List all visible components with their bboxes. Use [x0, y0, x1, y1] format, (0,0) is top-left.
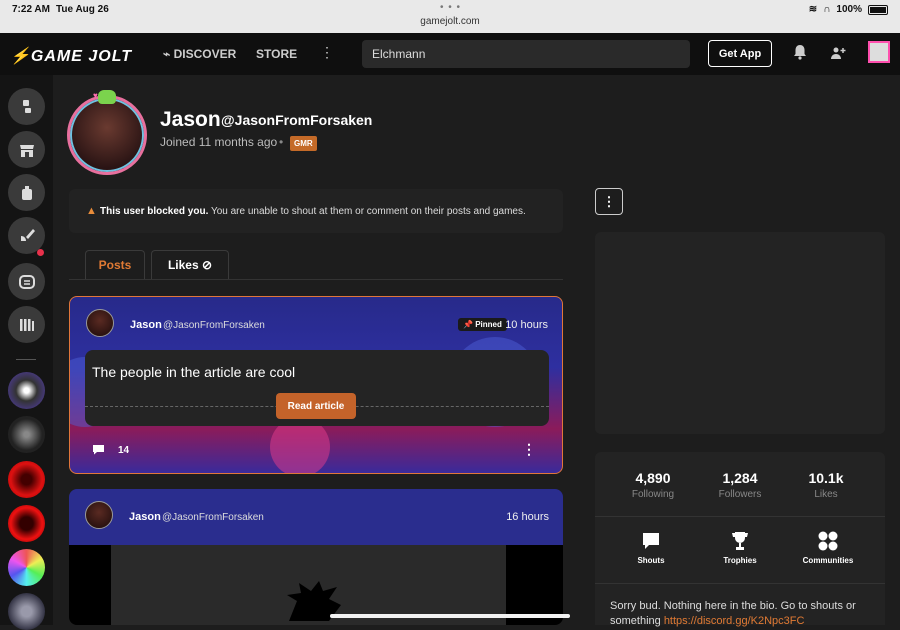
sidebar-backpack[interactable]: [8, 174, 45, 211]
stat-following[interactable]: 4,890 Following: [613, 470, 693, 500]
stats-divider: [595, 516, 885, 517]
separator-dot: •: [279, 135, 284, 149]
comment-icon[interactable]: [92, 444, 105, 455]
tab-likes[interactable]: Likes ⊘: [151, 250, 229, 279]
search-input[interactable]: [362, 40, 690, 68]
sidebar-chat[interactable]: [8, 263, 45, 300]
eye-off-icon: ⊘: [201, 258, 213, 272]
profile-avatar[interactable]: [67, 95, 147, 175]
gamejolt-logo[interactable]: ⚡GAME JOLT: [10, 46, 132, 66]
profile-stats: 4,890 Following 1,284 Followers 10.1k Li…: [595, 452, 885, 627]
battery-percent: 100%: [836, 4, 862, 15]
brush-icon: [20, 228, 35, 241]
status-date: Tue Aug 26: [56, 4, 109, 15]
post-author-handle[interactable]: @JasonFromForsaken: [162, 512, 264, 523]
status-bar: 7:22 AM Tue Aug 26 • • • gamejolt.com ≋ …: [0, 0, 900, 33]
shouts-link[interactable]: Shouts: [616, 530, 686, 565]
home-indicator: [330, 614, 570, 618]
profile-more-button[interactable]: ⋮: [595, 188, 623, 215]
home-icon: [22, 99, 31, 113]
post-more-icon[interactable]: ⋮: [522, 441, 536, 458]
profile-side-panel: [595, 232, 885, 434]
community-icon-1[interactable]: [8, 372, 45, 409]
library-icon: [19, 318, 34, 331]
heart-icon: ♥: [93, 91, 98, 100]
wifi-icon: ≋: [808, 4, 818, 15]
more-vertical-icon[interactable]: ⋮: [320, 44, 334, 61]
notification-dot: [37, 249, 44, 256]
read-article-button[interactable]: Read article: [276, 393, 356, 419]
nav-discover[interactable]: ⌁ DISCOVER: [163, 47, 236, 61]
bell-icon[interactable]: [793, 44, 807, 60]
community-icon-4[interactable]: [8, 505, 45, 542]
address-bar[interactable]: gamejolt.com: [0, 16, 900, 27]
status-time: 7:22 AM: [12, 4, 50, 15]
profile-tabs: Posts Likes ⊘: [69, 250, 563, 280]
media-letterbox: [69, 545, 111, 625]
status-indicators: ≋ ∩ 100%: [809, 4, 888, 15]
pin-icon: 📌: [463, 320, 473, 329]
sidebar-store[interactable]: [8, 131, 45, 168]
battery-icon: [868, 4, 888, 15]
headphones-icon: ∩: [823, 4, 831, 15]
article-title: The people in the article are cool: [92, 364, 296, 380]
chat-icon: [18, 274, 35, 289]
sidebar-home[interactable]: [8, 88, 45, 125]
community-icon-6[interactable]: [8, 593, 45, 630]
article-preview[interactable]: The people in the article are cool Read …: [85, 350, 549, 426]
sidebar-divider: [16, 359, 36, 360]
stat-followers[interactable]: 1,284 Followers: [700, 470, 780, 500]
backpack-icon: [21, 185, 32, 200]
bio-link[interactable]: https://discord.gg/K2Npc3FC: [664, 615, 805, 627]
post-author-handle[interactable]: @JasonFromForsaken: [163, 320, 265, 331]
multitask-dots-icon[interactable]: • • •: [440, 2, 461, 13]
post-media[interactable]: [111, 545, 506, 625]
profile-joined: Joined 11 months ago: [160, 135, 278, 149]
top-nav: ⚡GAME JOLT ⌁ DISCOVER STORE ⋮ Get App: [0, 33, 900, 75]
store-icon: [19, 144, 34, 157]
profile-name: Jason: [160, 108, 221, 131]
friends-icon[interactable]: [830, 45, 846, 61]
post-author-name[interactable]: Jason: [129, 511, 161, 523]
community-icon-3[interactable]: [8, 461, 45, 498]
shouts-icon: [643, 533, 659, 549]
post-author-avatar[interactable]: [86, 309, 114, 337]
nav-store[interactable]: STORE: [256, 47, 297, 61]
communities-link[interactable]: Communities: [793, 530, 863, 565]
post-author-avatar[interactable]: [85, 501, 113, 529]
comment-count[interactable]: 14: [118, 445, 129, 456]
pinned-badge: 📌 Pinned: [458, 318, 507, 331]
post-card-pinned[interactable]: Jason @JasonFromForsaken 📌 Pinned 10 hou…: [69, 296, 563, 474]
stats-divider: [595, 583, 885, 584]
post-time[interactable]: 10 hours: [505, 319, 548, 331]
community-icon-2[interactable]: [8, 416, 45, 453]
warning-icon: ▲: [86, 205, 97, 217]
post-card[interactable]: Jason @JasonFromForsaken 16 hours: [69, 489, 563, 625]
community-icon-5[interactable]: [8, 549, 45, 586]
tab-posts[interactable]: Posts: [85, 250, 145, 279]
left-sidebar: [0, 75, 53, 630]
sidebar-library[interactable]: [8, 306, 45, 343]
avatar-frame-frog: [98, 90, 116, 104]
trophy-icon: [732, 532, 748, 550]
post-author-name[interactable]: Jason: [130, 319, 162, 331]
post-time[interactable]: 16 hours: [506, 511, 549, 523]
gmr-badge: GMR: [290, 136, 317, 151]
stat-likes[interactable]: 10.1k Likes: [786, 470, 866, 500]
user-avatar[interactable]: [868, 41, 890, 63]
blocked-notice: ▲ This user blocked you. You are unable …: [69, 189, 563, 233]
media-letterbox: [506, 545, 563, 625]
profile-handle: @JasonFromForsaken: [221, 112, 373, 128]
communities-icon: [818, 531, 838, 551]
blocked-text: This user blocked you. You are unable to…: [100, 206, 526, 217]
trophies-link[interactable]: Trophies: [705, 530, 775, 565]
get-app-button[interactable]: Get App: [708, 40, 772, 67]
